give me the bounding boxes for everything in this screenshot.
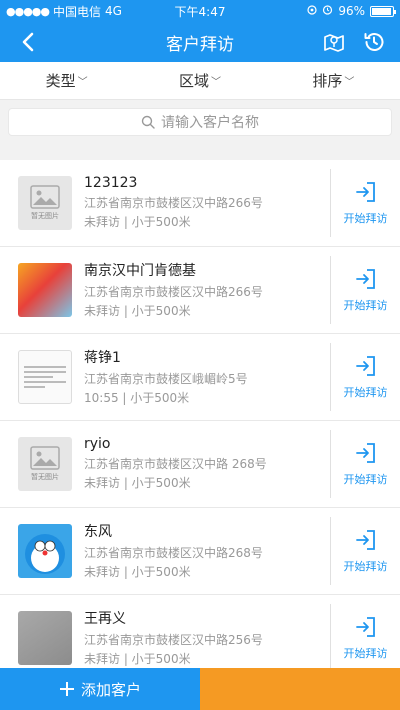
start-visit-label: 开始拜访 bbox=[343, 212, 388, 225]
customer-address: 江苏省南京市鼓楼区汉中路266号 bbox=[84, 195, 263, 210]
chevron-down-icon: ﹀ bbox=[211, 77, 221, 88]
start-visit-button[interactable]: 开始拜访 bbox=[330, 169, 400, 237]
customer-thumbnail bbox=[18, 611, 72, 665]
filter-sort-label: 排序 bbox=[312, 72, 343, 90]
customer-address: 江苏省南京市鼓楼区汉中路256号 bbox=[84, 632, 263, 647]
customer-row[interactable]: 东风江苏省南京市鼓楼区汉中路268号 未拜访 | 小于500米 开始拜访 bbox=[0, 508, 400, 595]
start-visit-button[interactable]: 开始拜访 bbox=[330, 256, 400, 324]
filter-type[interactable]: 类型 ﹀ bbox=[0, 70, 133, 91]
customer-row[interactable]: 王再义江苏省南京市鼓楼区汉中路256号 未拜访 | 小于500米 开始拜访 bbox=[0, 595, 400, 668]
history-icon bbox=[364, 33, 384, 51]
back-icon bbox=[22, 32, 34, 52]
add-customer-label: 添加客户 bbox=[80, 680, 141, 699]
sign-in-icon bbox=[355, 182, 375, 202]
map-icon bbox=[324, 34, 344, 52]
chevron-down-icon: ﹀ bbox=[344, 77, 355, 88]
add-customer-button[interactable]: 添加客户 bbox=[0, 668, 200, 710]
carrier: 中国电信 bbox=[53, 4, 102, 19]
start-visit-button[interactable]: 开始拜访 bbox=[330, 343, 400, 411]
customer-row[interactable]: 蒋铮1 江苏省南京市鼓楼区峨嵋岭5号 10:55 | 小于500米 开始拜访 bbox=[0, 334, 400, 421]
filter-bar: 类型 ﹀ 区域 ﹀ 排序 ﹀ bbox=[0, 62, 400, 100]
customer-name: 南京汉中门肯德基 bbox=[84, 262, 196, 279]
no-image-label: 暂无图片 bbox=[31, 473, 59, 481]
battery-icon bbox=[370, 5, 396, 17]
customer-row[interactable]: 南京汉中门肯德基江苏省南京市鼓楼区汉中路266号 未拜访 | 小于500米 开始拜访 bbox=[0, 247, 400, 334]
customer-list: 暂无图片 123123 江苏省南京市鼓楼区汉中路266号 未拜访 | 小于500米 开始… bbox=[0, 160, 400, 668]
network-type: 4G bbox=[105, 4, 122, 18]
customer-name: 东风 bbox=[84, 523, 112, 540]
bottom-bar: 添加客户 bbox=[0, 668, 400, 710]
sign-in-icon bbox=[355, 269, 375, 289]
search-icon bbox=[141, 115, 155, 129]
sign-in-icon bbox=[355, 443, 375, 463]
chevron-down-icon: ﹀ bbox=[77, 77, 88, 88]
customer-row[interactable]: 暂无图片 123123 江苏省南京市鼓楼区汉中路266号 未拜访 | 小于500米 开始… bbox=[0, 160, 400, 247]
customer-status: 未拜访 | 小于500米 bbox=[84, 214, 191, 229]
filter-type-label: 类型 bbox=[45, 72, 76, 90]
filter-area-label: 区域 bbox=[178, 72, 209, 90]
search-placeholder: 请输入客户名称 bbox=[161, 115, 259, 131]
customer-name: 123123 bbox=[84, 174, 138, 191]
customer-thumbnail bbox=[18, 524, 72, 578]
search-input[interactable]: 请输入客户名称 bbox=[8, 108, 392, 136]
sign-in-icon bbox=[355, 617, 375, 637]
customer-address: 江苏省南京市鼓楼区汉中路266号 bbox=[84, 284, 263, 299]
customer-status: 未拜访 | 小于500米 bbox=[84, 564, 191, 579]
customer-status: 未拜访 | 小于500米 bbox=[84, 303, 191, 318]
no-image-icon bbox=[30, 446, 60, 470]
navigation-bar: 客户拜访 bbox=[0, 22, 400, 62]
sign-in-icon bbox=[355, 530, 375, 550]
filter-area[interactable]: 区域 ﹀ bbox=[133, 70, 266, 91]
start-visit-button[interactable]: 开始拜访 bbox=[330, 430, 400, 498]
filter-sort[interactable]: 排序 ﹀ bbox=[267, 70, 400, 91]
start-visit-label: 开始拜访 bbox=[343, 473, 388, 486]
customer-status: 10:55 | 小于500米 bbox=[84, 390, 190, 405]
customer-thumbnail: 暂无图片 bbox=[18, 176, 72, 230]
battery-percent: 96% bbox=[338, 4, 365, 18]
bottom-secondary-area bbox=[200, 668, 400, 710]
customer-name: 蒋铮1 bbox=[84, 349, 121, 366]
plus-icon bbox=[59, 682, 74, 696]
no-image-label: 暂无图片 bbox=[31, 212, 59, 220]
start-visit-label: 开始拜访 bbox=[343, 560, 388, 573]
customer-status: 未拜访 | 小于500米 bbox=[84, 475, 191, 490]
start-visit-label: 开始拜访 bbox=[343, 299, 388, 312]
start-visit-label: 开始拜访 bbox=[343, 386, 388, 399]
customer-thumbnail bbox=[18, 263, 72, 317]
history-button[interactable] bbox=[358, 26, 390, 58]
start-visit-label: 开始拜访 bbox=[343, 647, 388, 660]
customer-name: 王再义 bbox=[84, 610, 126, 627]
start-visit-button[interactable]: 开始拜访 bbox=[330, 517, 400, 585]
customer-address: 江苏省南京市鼓楼区汉中路 268号 bbox=[84, 456, 267, 471]
customer-address: 江苏省南京市鼓楼区汉中路268号 bbox=[84, 545, 263, 560]
signal-icon: ●●●●● bbox=[6, 4, 50, 18]
start-visit-button[interactable]: 开始拜访 bbox=[330, 604, 400, 668]
customer-status: 未拜访 | 小于500米 bbox=[84, 651, 191, 666]
customer-thumbnail: 暂无图片 bbox=[18, 437, 72, 491]
customer-name: ryio bbox=[84, 435, 111, 452]
location-icon bbox=[307, 4, 317, 18]
status-bar: ●●●●● 中国电信 4G 下午4:47 96% bbox=[0, 0, 400, 22]
back-button[interactable] bbox=[8, 22, 48, 62]
sign-in-icon bbox=[355, 356, 375, 376]
alarm-icon bbox=[322, 4, 333, 18]
map-button[interactable] bbox=[318, 26, 350, 58]
customer-row[interactable]: 暂无图片 ryio 江苏省南京市鼓楼区汉中路 268号 未拜访 | 小于500米 开始拜… bbox=[0, 421, 400, 508]
customer-address: 江苏省南京市鼓楼区峨嵋岭5号 bbox=[84, 371, 248, 386]
no-image-icon bbox=[30, 185, 60, 209]
customer-thumbnail bbox=[18, 350, 72, 404]
